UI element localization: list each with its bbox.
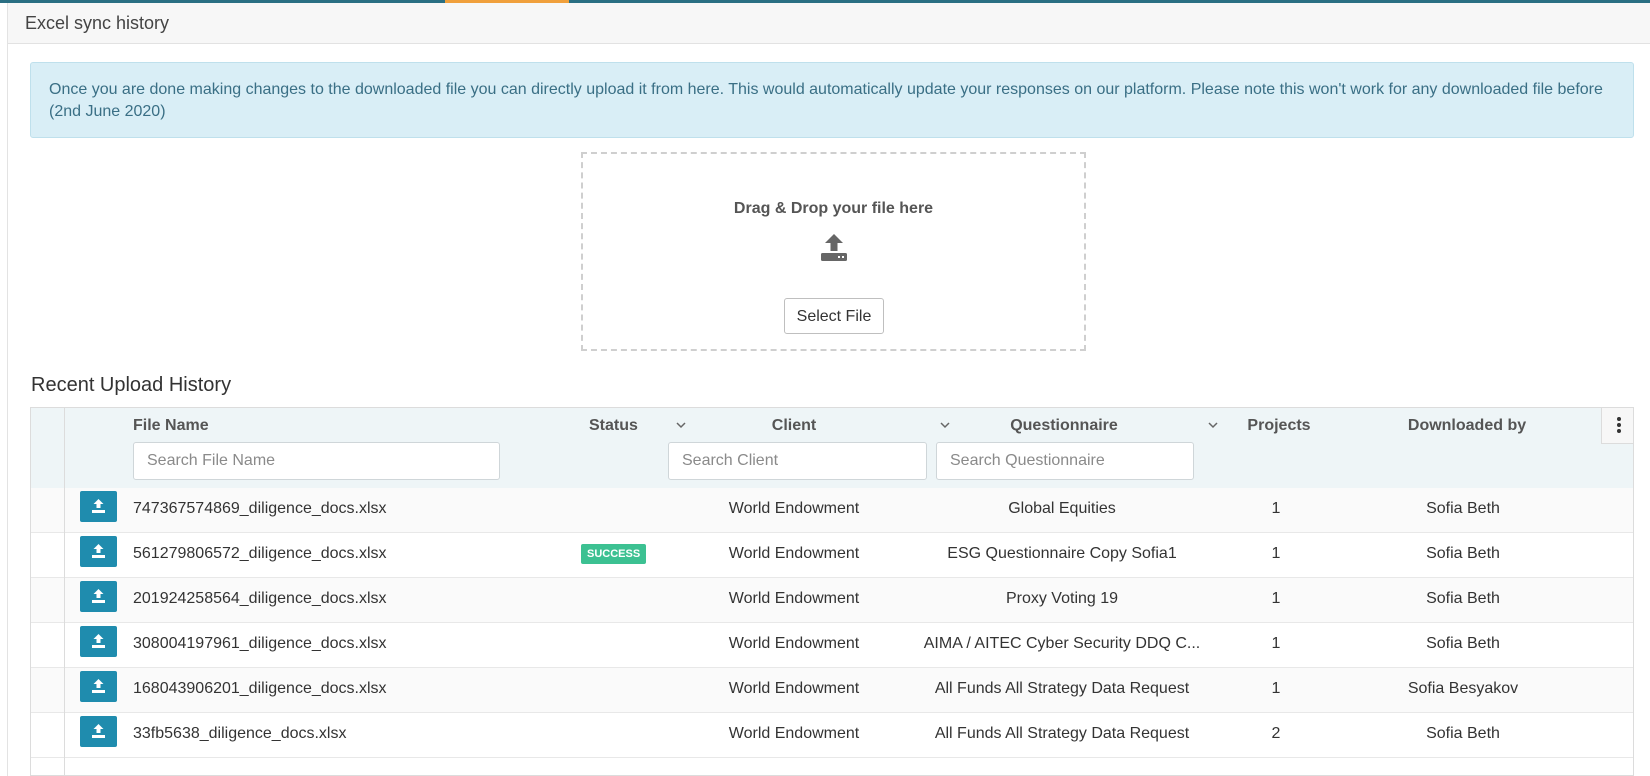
- questionnaire-cell: All Funds All Strategy Data Request: [934, 725, 1190, 742]
- upload-icon: [92, 679, 105, 693]
- search-client-input[interactable]: [668, 442, 927, 480]
- projects-cell: 2: [1271, 725, 1281, 742]
- upload-row-button[interactable]: [80, 671, 117, 702]
- projects-cell: 1: [1271, 590, 1281, 607]
- upload-icon: [92, 724, 105, 738]
- downloaded-by-cell: Sofia Beth: [1426, 725, 1500, 742]
- column-divider: [64, 533, 65, 578]
- table-row: 747367574869_diligence_docs.xlsx World E…: [31, 488, 1633, 533]
- downloaded-by-cell: Sofia Beth: [1426, 545, 1500, 562]
- file-name-cell: 168043906201_diligence_docs.xlsx: [133, 680, 387, 697]
- downloaded-by-cell: Sofia Beth: [1426, 500, 1500, 517]
- file-name-cell: 308004197961_diligence_docs.xlsx: [133, 635, 387, 652]
- grid-header: File Name Status Client Questionnaire Pr…: [31, 408, 1633, 489]
- upload-row-button[interactable]: [80, 536, 117, 567]
- column-divider: [64, 578, 65, 623]
- file-name-cell: 33fb5638_diligence_docs.xlsx: [133, 725, 347, 742]
- client-cell: World Endowment: [728, 725, 860, 742]
- column-divider: [64, 713, 65, 758]
- search-questionnaire-input[interactable]: [936, 442, 1194, 480]
- questionnaire-cell: All Funds All Strategy Data Request: [934, 680, 1190, 697]
- table-row: 201924258564_diligence_docs.xlsx World E…: [31, 578, 1633, 623]
- upload-row-button[interactable]: [80, 491, 117, 522]
- column-header-projects[interactable]: Projects: [1247, 417, 1310, 435]
- info-alert-text: Once you are done making changes to the …: [49, 81, 1603, 120]
- client-cell: World Endowment: [728, 680, 860, 697]
- column-menu-button[interactable]: [1601, 408, 1633, 444]
- column-header-questionnaire[interactable]: Questionnaire: [1010, 417, 1118, 435]
- client-cell: World Endowment: [728, 500, 860, 517]
- upload-row-button[interactable]: [80, 581, 117, 612]
- upload-row-button[interactable]: [80, 626, 117, 657]
- column-divider: [64, 408, 65, 488]
- column-header-file-name[interactable]: File Name: [133, 417, 209, 435]
- projects-cell: 1: [1271, 680, 1281, 697]
- search-file-name-input[interactable]: [133, 442, 500, 480]
- questionnaire-cell: ESG Questionnaire Copy Sofia1: [947, 545, 1177, 562]
- upload-icon: [92, 634, 105, 648]
- projects-cell: 1: [1271, 545, 1281, 562]
- page-title: Excel sync history: [25, 13, 170, 33]
- downloaded-by-cell: Sofia Beth: [1426, 635, 1500, 652]
- file-name-cell: 747367574869_diligence_docs.xlsx: [133, 500, 387, 517]
- upload-icon: [92, 544, 105, 558]
- column-divider: [64, 623, 65, 668]
- column-divider: [64, 758, 65, 775]
- column-header-client[interactable]: Client: [772, 417, 816, 435]
- section-title: Recent Upload History: [31, 374, 232, 396]
- upload-icon: [92, 589, 105, 603]
- column-divider: [64, 488, 65, 533]
- chevron-down-icon[interactable]: [675, 419, 687, 431]
- projects-cell: 1: [1271, 635, 1281, 652]
- client-cell: World Endowment: [728, 545, 860, 562]
- chevron-down-icon[interactable]: [1207, 419, 1219, 431]
- table-row: 308004197961_diligence_docs.xlsx World E…: [31, 623, 1633, 668]
- client-cell: World Endowment: [728, 635, 860, 652]
- upload-history-grid: File Name Status Client Questionnaire Pr…: [30, 407, 1634, 776]
- table-row: 561279806572_diligence_docs.xlsx SUCCESS…: [31, 533, 1633, 578]
- questionnaire-cell: Proxy Voting 19: [1005, 590, 1119, 607]
- projects-cell: 1: [1271, 500, 1281, 517]
- file-dropzone[interactable]: Drag & Drop your file here Select File: [581, 152, 1086, 351]
- select-file-button[interactable]: Select File: [784, 298, 884, 334]
- chevron-down-icon[interactable]: [939, 419, 951, 431]
- column-divider: [64, 668, 65, 713]
- client-cell: World Endowment: [728, 590, 860, 607]
- info-alert: Once you are done making changes to the …: [30, 62, 1634, 138]
- table-row: 168043906201_diligence_docs.xlsx World E…: [31, 668, 1633, 713]
- table-row: 33fb5638_diligence_docs.xlsx World Endow…: [31, 713, 1633, 758]
- file-name-cell: 201924258564_diligence_docs.xlsx: [133, 590, 387, 607]
- left-rule: [7, 3, 8, 776]
- downloaded-by-cell: Sofia Beth: [1426, 590, 1500, 607]
- panel-header: Excel sync history: [8, 3, 1650, 44]
- downloaded-by-cell: Sofia Besyakov: [1407, 680, 1519, 697]
- status-badge: SUCCESS: [581, 544, 647, 564]
- more-vertical-icon: [1617, 417, 1621, 433]
- dropzone-title: Drag & Drop your file here: [733, 200, 934, 217]
- questionnaire-cell: AIMA / AITEC Cyber Security DDQ C...: [923, 635, 1201, 652]
- column-header-downloaded-by[interactable]: Downloaded by: [1408, 417, 1526, 435]
- file-name-cell: 561279806572_diligence_docs.xlsx: [133, 545, 387, 562]
- questionnaire-cell: Global Equities: [1008, 500, 1116, 517]
- column-header-status[interactable]: Status: [589, 417, 638, 435]
- upload-icon: [92, 499, 105, 513]
- upload-row-button[interactable]: [80, 716, 117, 747]
- upload-tray-icon: [821, 234, 847, 261]
